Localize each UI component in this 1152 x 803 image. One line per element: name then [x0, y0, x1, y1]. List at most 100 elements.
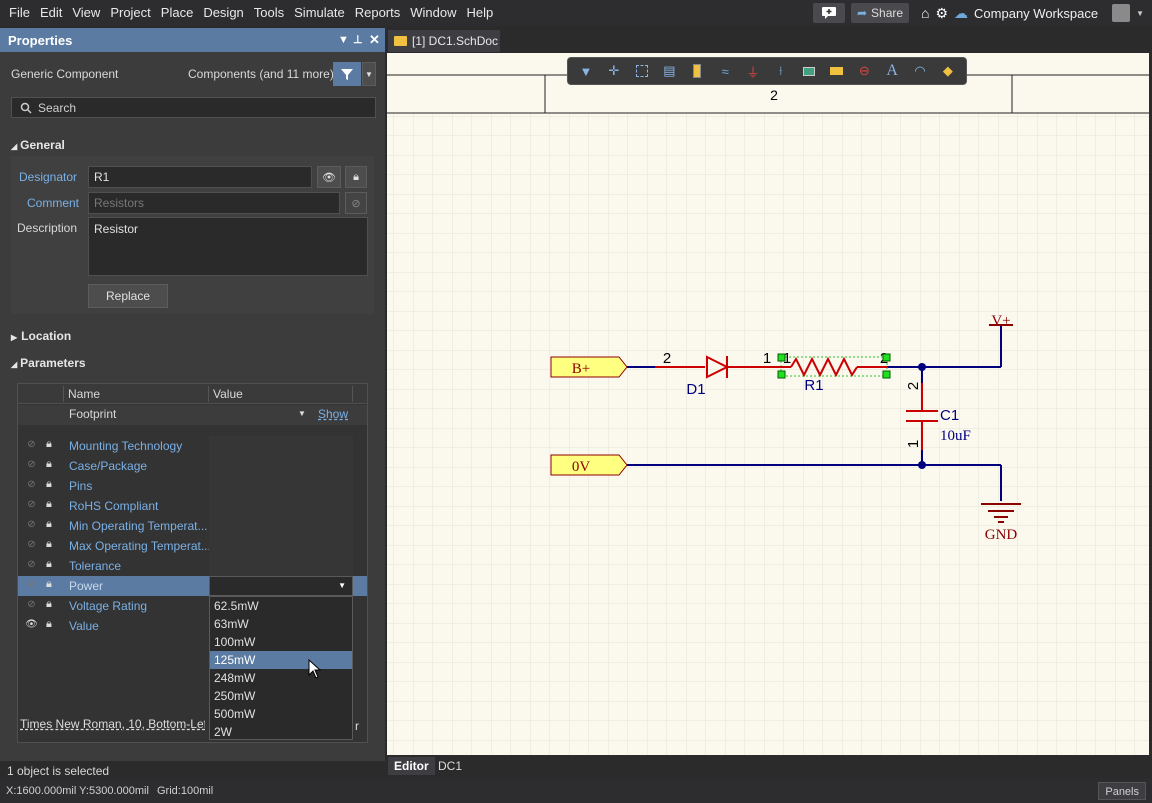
table-row[interactable]: ⊘ 🔒︎ RoHS Compliant	[18, 496, 367, 516]
arc-icon[interactable]: ◠	[911, 62, 929, 80]
select-area-icon[interactable]	[633, 62, 651, 80]
table-row[interactable]: ⊘ 🔒︎ Mounting Technology	[18, 436, 367, 456]
harness-icon[interactable]: ⟊	[772, 62, 790, 80]
parameter-value[interactable]	[209, 436, 353, 456]
search-input[interactable]: Search	[11, 97, 376, 118]
share-button[interactable]: ➦ Share	[851, 3, 909, 23]
port-b-plus[interactable]: B+	[550, 356, 628, 378]
parameter-value[interactable]	[209, 536, 353, 556]
text-icon[interactable]: A	[883, 62, 901, 80]
dropdown-option[interactable]: 100mW	[210, 633, 352, 651]
close-icon[interactable]: ✕	[369, 28, 380, 52]
hidden-eye-icon[interactable]: ⊘	[25, 439, 38, 452]
hidden-eye-icon[interactable]: ⊘	[25, 479, 38, 492]
menu-place[interactable]: Place	[156, 0, 199, 26]
document-tab[interactable]: [1] DC1.SchDoc *	[388, 30, 500, 70]
hidden-eye-icon[interactable]: ⊘	[25, 559, 38, 572]
description-field[interactable]: Resistor	[88, 217, 368, 276]
table-row[interactable]: ⊘ 🔒︎ Tolerance	[18, 556, 367, 576]
visible-eye-icon[interactable]: 👁	[25, 619, 38, 632]
lock-icon[interactable]: 🔒︎	[46, 478, 52, 491]
chevron-down-icon[interactable]: ▼	[1136, 9, 1144, 18]
menu-simulate[interactable]: Simulate	[289, 0, 350, 26]
lock-icon[interactable]: 🔒︎	[46, 538, 52, 551]
power-dropdown-list[interactable]: 62.5mW 63mW 100mW 125mW 248mW 250mW 500mW 2W	[209, 596, 353, 740]
comment-field[interactable]: Resistors	[88, 192, 340, 214]
selection-handle[interactable]	[777, 353, 786, 362]
lock-icon[interactable]: 🔒︎	[46, 498, 52, 511]
lock-icon[interactable]: 🔒︎	[46, 618, 52, 631]
parameter-value[interactable]	[209, 516, 353, 536]
filter-icon[interactable]: ▼	[577, 62, 595, 80]
workspace-label[interactable]: Company Workspace	[974, 6, 1098, 21]
dropdown-option[interactable]: 250mW	[210, 687, 352, 705]
lock-icon[interactable]: 🔒︎	[46, 558, 52, 571]
sheet-symbol-icon[interactable]	[800, 62, 818, 80]
table-row[interactable]: ⊘ 🔒︎ Min Operating Temperat...	[18, 516, 367, 536]
chevron-down-icon[interactable]: ▼	[338, 581, 346, 590]
dropdown-option[interactable]: 63mW	[210, 615, 352, 633]
menu-window[interactable]: Window	[405, 0, 461, 26]
parameter-value[interactable]	[209, 476, 353, 496]
schematic-canvas[interactable]: 2 B+ 0V 2 1 D1 1 2	[387, 53, 1149, 755]
menu-edit[interactable]: Edit	[35, 0, 67, 26]
show-link[interactable]: Show	[318, 407, 348, 421]
general-section-header[interactable]: ◢ General	[11, 138, 65, 152]
location-section-header[interactable]: ▶ Location	[11, 329, 71, 343]
menu-file[interactable]: File	[4, 0, 35, 26]
hidden-eye-icon[interactable]: ⊘	[345, 192, 367, 214]
selection-handle[interactable]	[882, 353, 891, 362]
power-port-vplus[interactable]: V+	[989, 313, 1013, 329]
port-icon[interactable]	[828, 62, 846, 80]
selection-handle[interactable]	[777, 370, 786, 379]
menu-reports[interactable]: Reports	[350, 0, 406, 26]
parameter-value[interactable]	[209, 456, 353, 476]
component-icon[interactable]	[688, 62, 706, 80]
table-row[interactable]: ⊘ 🔒︎ Power ▼	[18, 576, 367, 596]
visibility-eye-icon[interactable]: 👁	[317, 166, 341, 188]
tab-editor[interactable]: Editor	[388, 757, 435, 775]
lock-icon[interactable]: 🔒︎	[345, 166, 367, 188]
menu-view[interactable]: View	[67, 0, 105, 26]
filter-button[interactable]	[333, 62, 361, 86]
chevron-down-icon[interactable]: ▼	[298, 409, 306, 418]
replace-button[interactable]: Replace	[88, 284, 168, 308]
port-0v[interactable]: 0V	[550, 454, 628, 476]
dropdown-option[interactable]: 125mW	[210, 651, 352, 669]
lock-icon[interactable]: 🔒︎	[46, 518, 52, 531]
hidden-eye-icon[interactable]: ⊘	[25, 539, 38, 552]
tab-dc1[interactable]: DC1	[432, 757, 468, 775]
hidden-eye-icon[interactable]: ⊘	[25, 599, 38, 612]
net-color-icon[interactable]: ◆	[939, 62, 957, 80]
hidden-eye-icon[interactable]: ⊘	[25, 459, 38, 472]
lock-icon[interactable]: 🔒︎	[46, 598, 52, 611]
hidden-eye-icon[interactable]: ⊘	[25, 579, 38, 592]
font-settings-link[interactable]: Times New Roman, 10, Bottom-Left	[20, 717, 205, 735]
avatar[interactable]	[1112, 4, 1131, 22]
power-value-select[interactable]: ▼	[209, 576, 353, 596]
lock-icon[interactable]: 🔒︎	[46, 438, 52, 451]
table-row[interactable]: ⊘ 🔒︎ Case/Package	[18, 456, 367, 476]
gear-icon[interactable]: ⚙	[935, 5, 948, 22]
directive-icon[interactable]: ⊖	[855, 62, 873, 80]
parameter-value[interactable]	[209, 556, 353, 576]
footprint-row[interactable]: Footprint ▼ Show	[18, 405, 367, 425]
menu-design[interactable]: Design	[198, 0, 248, 26]
menu-project[interactable]: Project	[105, 0, 155, 26]
designator-field[interactable]: R1	[88, 166, 312, 188]
comment-icon[interactable]	[813, 3, 845, 23]
dropdown-option[interactable]: 2W	[210, 723, 352, 741]
home-icon[interactable]: ⌂	[921, 5, 929, 21]
hidden-eye-icon[interactable]: ⊘	[25, 499, 38, 512]
menu-help[interactable]: Help	[462, 0, 499, 26]
parameter-value[interactable]	[209, 496, 353, 516]
dropdown-option[interactable]: 62.5mW	[210, 597, 352, 615]
table-row[interactable]: ⊘ 🔒︎ Pins	[18, 476, 367, 496]
align-icon[interactable]: ▤	[660, 62, 678, 80]
table-row[interactable]: ⊘ 🔒︎ Max Operating Temperat...	[18, 536, 367, 556]
lock-icon[interactable]: 🔒︎	[46, 578, 52, 591]
power-port-icon[interactable]: ⏚	[744, 62, 762, 80]
crosshair-icon[interactable]: ✛	[605, 62, 623, 80]
hidden-eye-icon[interactable]: ⊘	[25, 519, 38, 532]
wire-icon[interactable]: ≈	[716, 62, 734, 80]
